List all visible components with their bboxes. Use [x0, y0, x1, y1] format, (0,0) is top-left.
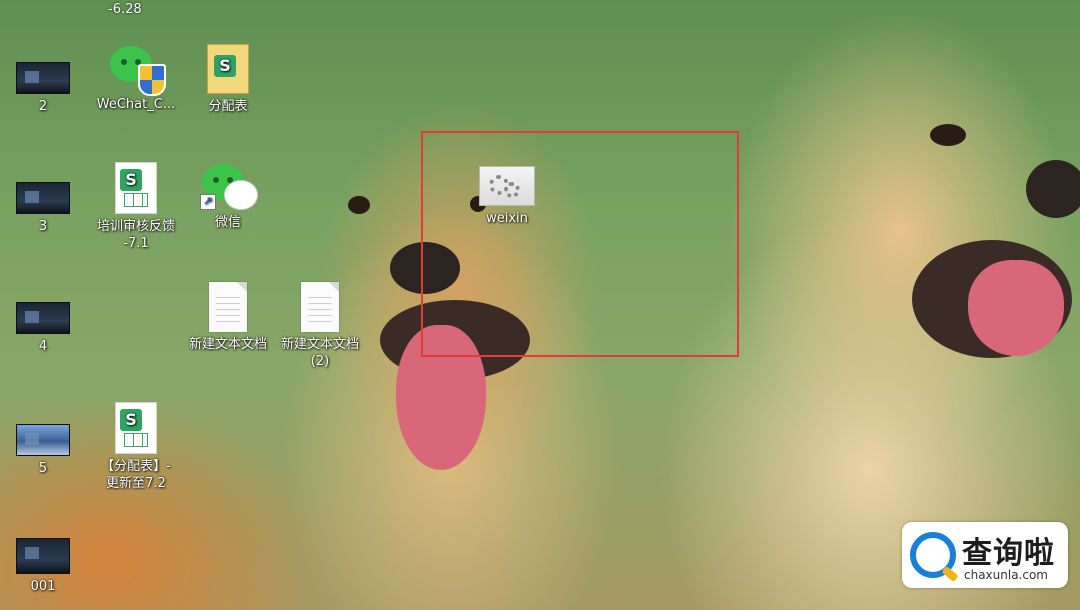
video-thumbnail-icon	[16, 182, 70, 214]
desktop-icon-weixin-shortcut[interactable]: ↗ 微信	[182, 162, 274, 231]
spreadsheet-icon: S	[115, 162, 157, 214]
icon-label: 微信	[214, 215, 241, 230]
icon-label: 001	[30, 579, 56, 594]
icon-label: 新建文本文档	[188, 337, 267, 352]
puppy-tongue	[968, 260, 1064, 356]
desktop-icon-new-text-1[interactable]: 新建文本文档	[182, 282, 274, 353]
magnifier-logo-icon	[910, 532, 956, 578]
icon-label: 培训审核反馈 -7.1	[96, 219, 175, 251]
desktop-icon-video-2[interactable]: 2	[0, 62, 89, 115]
desktop-icon-fenpeibiao-update[interactable]: S 【分配表】- 更新至7.2	[90, 402, 182, 492]
video-thumbnail-icon	[16, 538, 70, 574]
icon-label: WeChat_C...	[96, 97, 176, 112]
puppy-eye	[348, 196, 370, 214]
desktop-icon-new-text-2[interactable]: 新建文本文档 (2)	[274, 282, 366, 370]
desktop-icon-wechat-installer[interactable]: WeChat_C...	[90, 44, 182, 113]
red-highlight-box	[421, 131, 739, 357]
icon-label: 2	[38, 99, 48, 114]
site-watermark: 查询啦 chaxunla.com	[902, 522, 1068, 588]
spreadsheet-icon: S	[115, 402, 157, 454]
icon-label: 4	[38, 339, 48, 354]
puppy-eye	[930, 124, 966, 146]
icon-label: 【分配表】- 更新至7.2	[101, 459, 171, 491]
text-document-icon	[301, 282, 339, 332]
desktop-icon-video-001[interactable]: 001	[0, 538, 89, 595]
icon-label: 5	[38, 461, 48, 476]
folder-spreadsheet-icon: S	[207, 44, 249, 94]
icon-label-fragment: -6.28	[108, 2, 142, 17]
desktop-icon-video-4[interactable]: 4	[0, 302, 89, 355]
desktop-icon-training-review[interactable]: S 培训审核反馈 -7.1	[90, 162, 182, 252]
desktop-icon-video-5[interactable]: 5	[0, 424, 89, 477]
wechat-icon: ↗	[200, 162, 258, 210]
text-document-icon	[209, 282, 247, 332]
desktop-icon-fenpeibiao-folder[interactable]: S 分配表	[182, 44, 274, 115]
wechat-installer-icon	[108, 44, 166, 96]
icon-label: 新建文本文档 (2)	[280, 337, 359, 369]
video-thumbnail-icon	[16, 62, 70, 94]
puppy-nose	[1026, 160, 1080, 218]
icon-label: 分配表	[208, 99, 248, 114]
watermark-url: chaxunla.com	[964, 568, 1048, 582]
watermark-title: 查询啦	[962, 536, 1055, 571]
icon-label: 3	[38, 219, 48, 234]
video-thumbnail-icon	[16, 424, 70, 456]
desktop-icon-video-3[interactable]: 3	[0, 182, 89, 235]
shortcut-arrow-icon: ↗	[200, 194, 216, 210]
video-thumbnail-icon	[16, 302, 70, 334]
